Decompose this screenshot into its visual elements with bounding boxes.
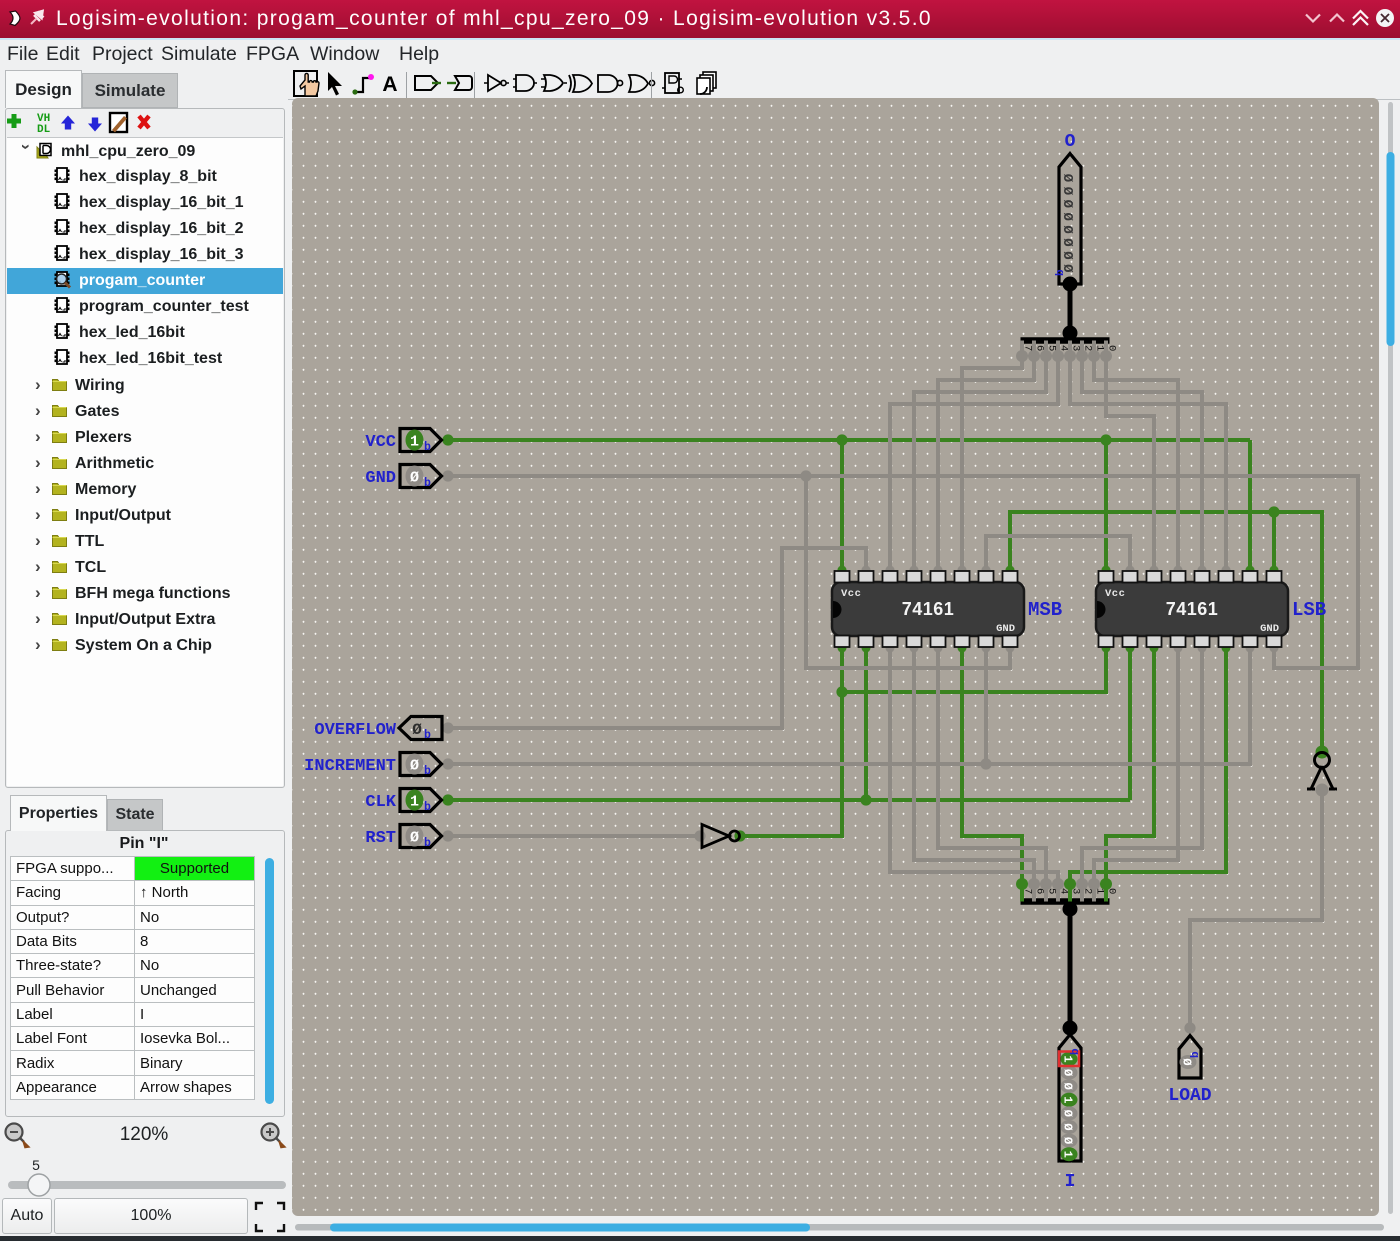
svg-text:I: I bbox=[1065, 1172, 1076, 1192]
svg-text:1: 1 bbox=[1094, 345, 1106, 351]
svg-text:Ø: Ø bbox=[412, 721, 422, 739]
svg-text:0: 0 bbox=[1106, 345, 1118, 351]
svg-text:b: b bbox=[1190, 1051, 1202, 1058]
svg-text:5: 5 bbox=[32, 1157, 40, 1173]
svg-text:1: 1 bbox=[1061, 1055, 1075, 1062]
svg-text:b: b bbox=[424, 765, 431, 778]
svg-text:Ø: Ø bbox=[410, 830, 419, 847]
svg-text:b: b bbox=[424, 837, 431, 850]
svg-text:Ø: Ø bbox=[1061, 1123, 1075, 1130]
svg-text:6: 6 bbox=[1034, 345, 1046, 351]
svg-text:b: b bbox=[424, 801, 431, 814]
svg-text:Ø: Ø bbox=[1061, 1110, 1075, 1117]
svg-text:CLK: CLK bbox=[365, 793, 396, 812]
svg-text:RST: RST bbox=[365, 829, 396, 848]
svg-text:74161: 74161 bbox=[1166, 599, 1219, 619]
svg-text:5: 5 bbox=[1046, 345, 1058, 351]
svg-text:b: b bbox=[424, 441, 431, 454]
svg-text:4: 4 bbox=[1058, 345, 1070, 351]
svg-text:Ø: Ø bbox=[1059, 212, 1075, 221]
svg-text:Ø: Ø bbox=[1059, 187, 1075, 196]
svg-text:Vcc: Vcc bbox=[1105, 588, 1125, 600]
svg-text:120%: 120% bbox=[120, 1124, 169, 1145]
svg-text:b: b bbox=[424, 729, 431, 742]
svg-text:GND: GND bbox=[1260, 623, 1279, 635]
svg-text:GND: GND bbox=[996, 623, 1015, 635]
svg-text:GND: GND bbox=[365, 469, 396, 488]
svg-text:1: 1 bbox=[1061, 1151, 1075, 1158]
svg-text:Ø: Ø bbox=[1180, 1058, 1194, 1065]
svg-text:Ø: Ø bbox=[1059, 238, 1075, 247]
svg-text:74161: 74161 bbox=[902, 599, 955, 619]
svg-text:Ø: Ø bbox=[410, 758, 419, 775]
svg-text:Ø: Ø bbox=[1059, 174, 1075, 183]
svg-text:Ø: Ø bbox=[1061, 1069, 1075, 1076]
svg-text:LSB: LSB bbox=[1292, 599, 1326, 621]
svg-text:OVERFLOW: OVERFLOW bbox=[314, 721, 396, 740]
svg-text:3: 3 bbox=[1070, 345, 1082, 351]
svg-text:b: b bbox=[1070, 1048, 1082, 1055]
svg-text:Ø: Ø bbox=[1059, 251, 1075, 260]
svg-text:DL: DL bbox=[37, 124, 51, 136]
svg-text:1: 1 bbox=[410, 434, 419, 451]
svg-text:1: 1 bbox=[1061, 1096, 1075, 1103]
svg-text:VCC: VCC bbox=[365, 433, 396, 452]
svg-text:Ø: Ø bbox=[410, 470, 419, 487]
svg-text:Ø: Ø bbox=[1059, 225, 1075, 234]
svg-text:Ø: Ø bbox=[1061, 1137, 1075, 1144]
svg-text:Ø: Ø bbox=[1059, 200, 1075, 209]
svg-text:1: 1 bbox=[410, 794, 419, 811]
svg-text:MSB: MSB bbox=[1028, 599, 1062, 621]
svg-text:Vcc: Vcc bbox=[841, 588, 861, 600]
svg-text:A: A bbox=[382, 73, 397, 96]
svg-text:0: 0 bbox=[1106, 888, 1118, 894]
svg-text:LOAD: LOAD bbox=[1168, 1086, 1211, 1106]
svg-text:b: b bbox=[1055, 269, 1067, 276]
svg-text:INCREMENT: INCREMENT bbox=[304, 757, 396, 776]
svg-text:b: b bbox=[424, 477, 431, 490]
svg-text:Ø: Ø bbox=[1061, 1083, 1075, 1090]
svg-text:O: O bbox=[1065, 132, 1076, 152]
svg-text:2: 2 bbox=[1082, 345, 1094, 351]
svg-text:7: 7 bbox=[1022, 345, 1034, 351]
